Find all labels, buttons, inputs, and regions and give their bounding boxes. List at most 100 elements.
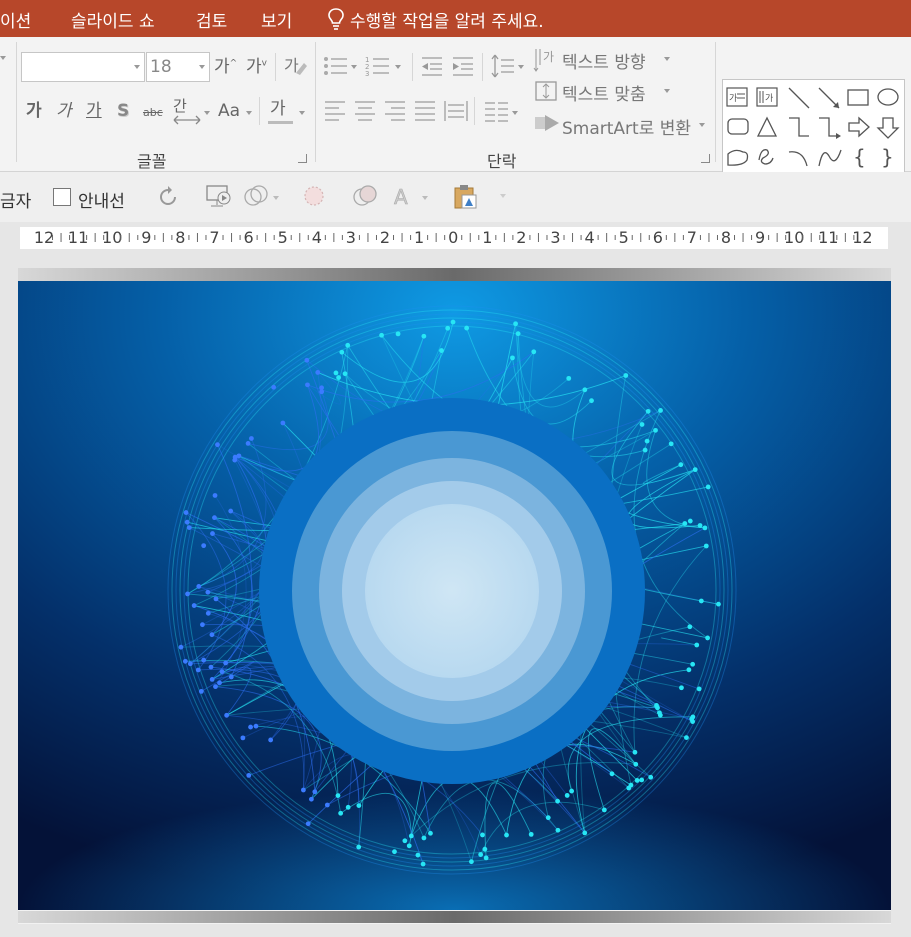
line-icon[interactable]	[788, 87, 810, 109]
grow-font-button[interactable]: 가^	[214, 59, 237, 76]
ribbon: 18 가^ 가v 가 가 가 가 S abc 간 Aa 가 글꼴 123 가 텍…	[0, 37, 911, 173]
network-node	[308, 796, 314, 802]
curve-icon[interactable]	[818, 149, 842, 167]
network-node	[690, 661, 696, 667]
merge-shapes-icon[interactable]	[243, 184, 283, 208]
align-right-icon[interactable]	[383, 99, 407, 123]
arc-icon[interactable]	[788, 151, 808, 167]
network-node	[703, 543, 709, 549]
strikethrough-button[interactable]: abc	[143, 107, 163, 118]
tab-slideshow[interactable]: 슬라이드 쇼	[71, 7, 155, 32]
vertical-text-box-icon[interactable]: 가	[756, 87, 778, 107]
italic-button[interactable]: 가	[56, 103, 72, 120]
font-dialog-launcher-icon[interactable]	[298, 154, 307, 163]
rounded-rectangle-icon[interactable]	[727, 118, 749, 135]
distributed-icon[interactable]	[443, 99, 469, 123]
align-text-button[interactable]: 텍스트 맞춤	[562, 80, 646, 105]
chevron-down-icon[interactable]	[664, 57, 670, 61]
text-direction-button[interactable]: 텍스트 방향	[562, 48, 646, 73]
network-node	[339, 349, 345, 355]
ruler-label: 1	[414, 228, 424, 247]
align-left-icon[interactable]	[323, 99, 347, 123]
ruler-label: 11	[818, 228, 838, 247]
slide[interactable]	[18, 268, 891, 924]
paragraph-dialog-launcher-icon[interactable]	[701, 154, 710, 163]
shape-effects-icon[interactable]	[302, 184, 330, 208]
numbering-icon[interactable]: 123	[365, 55, 407, 77]
justify-icon[interactable]	[413, 99, 437, 123]
font-size-input[interactable]: 18	[146, 52, 210, 82]
align-text-icon[interactable]	[533, 78, 559, 104]
network-node	[319, 385, 324, 391]
ruler-label: 7	[209, 228, 219, 247]
shapes-gallery-grid: 가 가 { }	[726, 87, 900, 169]
chevron-down-icon[interactable]	[299, 111, 305, 115]
text-direction-icon[interactable]: 가	[533, 47, 559, 73]
network-node	[628, 782, 634, 788]
network-node	[687, 518, 693, 524]
change-case-button[interactable]: Aa	[218, 103, 240, 120]
network-node	[645, 408, 651, 414]
clear-formatting-icon[interactable]: 가	[282, 53, 308, 79]
text-box-icon[interactable]: 가	[726, 87, 748, 107]
font-size-placeholder: 18	[150, 57, 172, 77]
tab-review[interactable]: 검토	[196, 7, 227, 32]
network-node	[223, 660, 229, 666]
smartart-button[interactable]: SmartArt로 변환	[562, 114, 691, 139]
freeform-icon[interactable]	[727, 149, 749, 166]
font-color-button[interactable]: 가	[270, 101, 286, 118]
svg-text:A: A	[394, 185, 408, 208]
triangle-icon[interactable]	[756, 116, 778, 137]
network-node	[402, 838, 408, 844]
slideshow-presenter-icon[interactable]	[205, 183, 233, 209]
chevron-down-icon[interactable]	[246, 111, 252, 115]
tab-animations[interactable]: 이션	[0, 7, 31, 32]
elbow-arrow-connector-icon[interactable]	[819, 117, 841, 139]
text-effects-icon[interactable]: A	[392, 184, 434, 208]
bold-button[interactable]: 가	[26, 103, 42, 120]
network-node	[280, 420, 286, 426]
line-spacing-icon[interactable]	[490, 53, 526, 79]
horizontal-ruler[interactable]: 12 11 10 9 8 7 6 5 4 3 2 1 0 1 2 3 4 5 6 7 8 9 10 11 12	[20, 227, 888, 249]
arrow-line-icon[interactable]	[818, 87, 840, 109]
shrink-font-button[interactable]: 가v	[246, 59, 267, 76]
align-center-icon[interactable]	[353, 99, 377, 123]
guides-checkbox[interactable]	[53, 188, 71, 206]
network-node	[248, 436, 254, 441]
tab-view[interactable]: 보기	[261, 7, 292, 32]
underline-button[interactable]: 가	[86, 103, 102, 120]
increase-indent-icon[interactable]	[451, 55, 475, 77]
paste-icon[interactable]	[452, 182, 512, 210]
right-arrow-icon[interactable]	[848, 116, 870, 138]
network-node	[690, 714, 696, 720]
slide-canvas	[18, 268, 891, 924]
scribble-icon[interactable]	[758, 149, 774, 165]
network-node	[228, 508, 234, 514]
guides-label: 안내선	[78, 192, 125, 212]
font-name-input[interactable]	[21, 52, 145, 82]
shadow-button[interactable]: S	[117, 103, 129, 120]
character-spacing-button[interactable]: 간	[173, 99, 187, 114]
decrease-indent-icon[interactable]	[420, 55, 444, 77]
ellipse-icon[interactable]	[877, 88, 899, 106]
left-brace-icon[interactable]: {	[853, 145, 866, 169]
lightbulb-icon[interactable]	[326, 7, 346, 31]
smartart-icon[interactable]	[533, 111, 561, 135]
network-node	[555, 827, 561, 833]
tell-me-search[interactable]: 수행할 작업을 알려 주세요.	[350, 7, 544, 32]
intersect-shapes-icon[interactable]	[352, 184, 380, 208]
divider	[474, 97, 475, 125]
right-brace-icon[interactable]: }	[881, 145, 894, 169]
chevron-down-icon[interactable]	[0, 56, 6, 60]
chevron-down-icon[interactable]	[699, 123, 705, 127]
network-node	[345, 804, 351, 810]
columns-icon[interactable]	[483, 99, 523, 123]
chevron-down-icon[interactable]	[664, 89, 670, 93]
reset-rotate-icon[interactable]	[158, 185, 180, 209]
down-arrow-icon[interactable]	[876, 117, 900, 139]
chevron-down-icon[interactable]	[204, 111, 210, 115]
bullets-icon[interactable]	[323, 55, 357, 77]
elbow-connector-icon[interactable]	[789, 117, 809, 137]
ruler-label: 5	[619, 228, 629, 247]
rectangle-icon[interactable]	[847, 89, 869, 106]
